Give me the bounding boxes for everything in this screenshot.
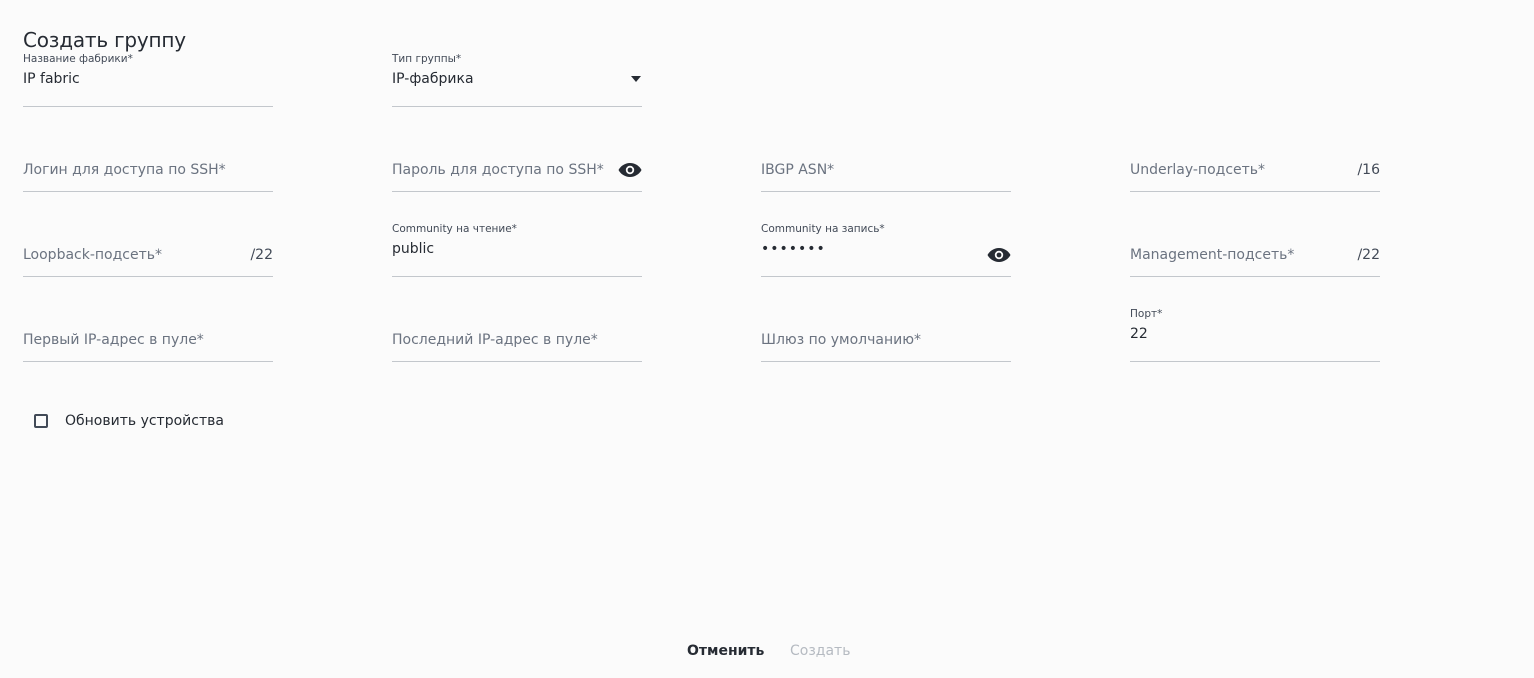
underlay-subnet-suffix: /16 bbox=[1357, 162, 1380, 178]
fabric-name-field[interactable]: Название фабрики* IP fabric bbox=[23, 47, 273, 107]
management-subnet-placeholder[interactable]: Management-подсеть* bbox=[1130, 247, 1294, 263]
first-ip-underline bbox=[23, 361, 273, 362]
group-type-label: Тип группы* bbox=[392, 53, 462, 65]
last-ip-field[interactable]: Последний IP-адрес в пуле* bbox=[392, 302, 642, 362]
eye-icon[interactable] bbox=[618, 162, 642, 178]
update-devices-label[interactable]: Обновить устройства bbox=[65, 413, 224, 429]
port-field[interactable]: Порт* 22 bbox=[1130, 302, 1380, 362]
port-underline bbox=[1130, 361, 1380, 362]
community-read-field[interactable]: Community на чтение* public bbox=[392, 217, 642, 277]
ssh-login-underline bbox=[23, 191, 273, 192]
ssh-password-underline bbox=[392, 191, 642, 192]
community-read-value[interactable]: public bbox=[392, 241, 434, 257]
group-type-underline bbox=[392, 106, 642, 107]
ssh-login-field[interactable]: Логин для доступа по SSH* bbox=[23, 132, 273, 192]
group-type-value[interactable]: IP-фабрика bbox=[392, 71, 474, 87]
fabric-name-label: Название фабрики* bbox=[23, 53, 133, 65]
ibgp-asn-underline bbox=[761, 191, 1011, 192]
underlay-subnet-underline bbox=[1130, 191, 1380, 192]
checkbox-empty-icon[interactable] bbox=[34, 414, 48, 428]
update-devices-checkbox-row[interactable]: Обновить устройства bbox=[34, 413, 224, 429]
underlay-subnet-placeholder[interactable]: Underlay-подсеть* bbox=[1130, 162, 1265, 178]
ssh-password-field[interactable]: Пароль для доступа по SSH* bbox=[392, 132, 642, 192]
create-button[interactable]: Создать bbox=[790, 643, 850, 659]
ibgp-asn-field[interactable]: IBGP ASN* bbox=[761, 132, 1011, 192]
management-subnet-suffix: /22 bbox=[1357, 247, 1380, 263]
group-type-select[interactable]: Тип группы* IP-фабрика bbox=[392, 47, 642, 107]
underlay-subnet-field[interactable]: Underlay-подсеть* /16 bbox=[1130, 132, 1380, 192]
cancel-button[interactable]: Отменить bbox=[687, 643, 764, 659]
community-read-underline bbox=[392, 276, 642, 277]
dropdown-arrow-icon[interactable] bbox=[630, 74, 642, 84]
loopback-subnet-field[interactable]: Loopback-подсеть* /22 bbox=[23, 217, 273, 277]
management-subnet-underline bbox=[1130, 276, 1380, 277]
ssh-password-placeholder[interactable]: Пароль для доступа по SSH* bbox=[392, 162, 604, 178]
last-ip-placeholder[interactable]: Последний IP-адрес в пуле* bbox=[392, 332, 598, 348]
first-ip-placeholder[interactable]: Первый IP-адрес в пуле* bbox=[23, 332, 204, 348]
eye-icon[interactable] bbox=[987, 247, 1011, 263]
community-write-field[interactable]: Community на запись* ••••••• bbox=[761, 217, 1011, 277]
gateway-underline bbox=[761, 361, 1011, 362]
fabric-name-underline bbox=[23, 106, 273, 107]
port-value[interactable]: 22 bbox=[1130, 326, 1148, 342]
ibgp-asn-placeholder[interactable]: IBGP ASN* bbox=[761, 162, 834, 178]
community-read-label: Community на чтение* bbox=[392, 223, 517, 235]
port-label: Порт* bbox=[1130, 308, 1163, 320]
loopback-subnet-underline bbox=[23, 276, 273, 277]
last-ip-underline bbox=[392, 361, 642, 362]
management-subnet-field[interactable]: Management-подсеть* /22 bbox=[1130, 217, 1380, 277]
fabric-name-value[interactable]: IP fabric bbox=[23, 71, 80, 87]
ssh-login-placeholder[interactable]: Логин для доступа по SSH* bbox=[23, 162, 226, 178]
gateway-placeholder[interactable]: Шлюз по умолчанию* bbox=[761, 332, 921, 348]
community-write-label: Community на запись* bbox=[761, 223, 885, 235]
gateway-field[interactable]: Шлюз по умолчанию* bbox=[761, 302, 1011, 362]
loopback-subnet-placeholder[interactable]: Loopback-подсеть* bbox=[23, 247, 162, 263]
community-write-underline bbox=[761, 276, 1011, 277]
loopback-subnet-suffix: /22 bbox=[250, 247, 273, 263]
community-write-value[interactable]: ••••••• bbox=[761, 241, 826, 257]
first-ip-field[interactable]: Первый IP-адрес в пуле* bbox=[23, 302, 273, 362]
